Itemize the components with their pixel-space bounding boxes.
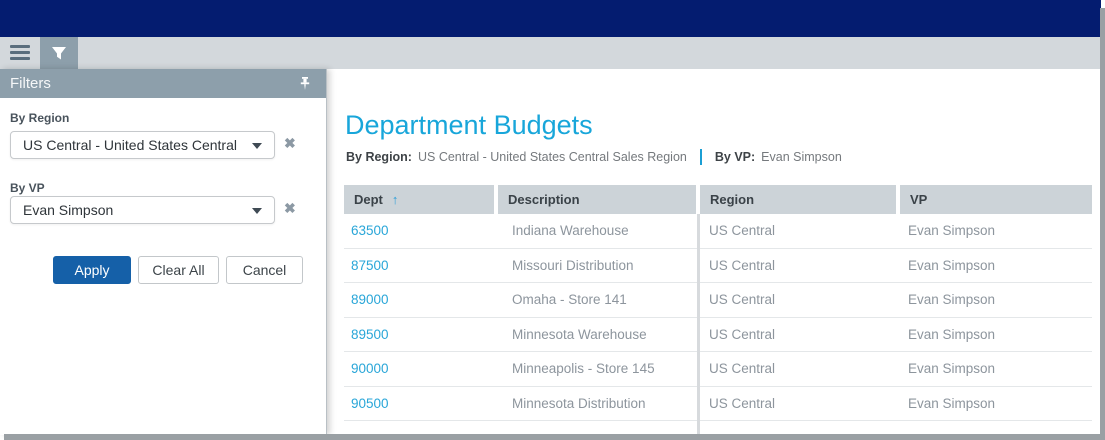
summary-vp-value: Evan Simpson xyxy=(761,150,842,164)
vp-cell: Evan Simpson xyxy=(900,292,1092,307)
filter-icon xyxy=(51,46,67,61)
region-cell: US Central xyxy=(700,327,900,342)
dept-link[interactable]: 89000 xyxy=(344,292,498,307)
table-body: 63500 Indiana Warehouse US Central Evan … xyxy=(344,214,1092,421)
region-cell: US Central xyxy=(700,258,900,273)
column-header-dept[interactable]: Dept↑ xyxy=(344,185,494,214)
apply-button[interactable]: Apply xyxy=(53,256,131,284)
window-border-bottom xyxy=(4,434,1105,440)
vp-cell: Evan Simpson xyxy=(900,396,1092,411)
clear-all-button[interactable]: Clear All xyxy=(138,256,219,284)
summary-vp-label: By VP: xyxy=(715,150,755,164)
filter-label-vp: By VP xyxy=(10,181,45,195)
table-row: 90500 Minnesota Distribution US Central … xyxy=(344,387,1092,422)
filter-label-region: By Region xyxy=(10,111,69,125)
filters-panel-title: Filters xyxy=(10,75,51,92)
table-header: Dept↑ Description Region VP xyxy=(344,185,1092,214)
clear-vp-icon[interactable]: ✖ xyxy=(284,200,296,217)
table-row: 89000 Omaha - Store 141 US Central Evan … xyxy=(344,283,1092,318)
vp-cell: Evan Simpson xyxy=(900,327,1092,342)
region-cell: US Central xyxy=(700,223,900,238)
region-cell: US Central xyxy=(700,361,900,376)
summary-separator xyxy=(700,149,702,165)
chevron-down-icon xyxy=(252,208,262,214)
description-cell: Minnesota Distribution xyxy=(498,396,700,411)
summary-region-value: US Central - United States Central Sales… xyxy=(418,150,687,164)
menu-icon[interactable] xyxy=(10,45,30,61)
vp-cell: Evan Simpson xyxy=(900,361,1092,376)
description-cell: Minnesota Warehouse xyxy=(498,327,700,342)
filter-tab[interactable] xyxy=(40,37,78,69)
dept-link[interactable]: 89500 xyxy=(344,327,498,342)
toolbar xyxy=(0,37,1101,69)
region-cell: US Central xyxy=(700,292,900,307)
filters-panel-header: Filters xyxy=(0,69,326,98)
pin-icon[interactable] xyxy=(298,76,312,92)
region-cell: US Central xyxy=(700,396,900,411)
column-header-vp[interactable]: VP xyxy=(900,185,1092,214)
vp-cell: Evan Simpson xyxy=(900,223,1092,238)
column-header-region[interactable]: Region xyxy=(700,185,896,214)
vp-select-value: Evan Simpson xyxy=(23,197,240,223)
description-cell: Minneapolis - Store 145 xyxy=(498,361,700,376)
vp-cell: Evan Simpson xyxy=(900,258,1092,273)
summary-region-label: By Region: xyxy=(346,150,412,164)
filter-summary: By Region: US Central - United States Ce… xyxy=(346,148,842,166)
top-navbar xyxy=(0,0,1101,37)
column-divider xyxy=(697,214,700,434)
table-row: 87500 Missouri Distribution US Central E… xyxy=(344,249,1092,284)
region-select-value: US Central - United States Central Sales… xyxy=(23,132,240,158)
dept-link[interactable]: 87500 xyxy=(344,258,498,273)
description-cell: Omaha - Store 141 xyxy=(498,292,700,307)
dept-link[interactable]: 63500 xyxy=(344,223,498,238)
description-cell: Indiana Warehouse xyxy=(498,223,700,238)
page-title: Department Budgets xyxy=(345,110,593,141)
sort-asc-icon: ↑ xyxy=(392,192,399,207)
table-row: 89500 Minnesota Warehouse US Central Eva… xyxy=(344,318,1092,353)
region-select[interactable]: US Central - United States Central Sales… xyxy=(10,131,275,159)
clear-region-icon[interactable]: ✖ xyxy=(284,135,296,152)
description-cell: Missouri Distribution xyxy=(498,258,700,273)
column-header-description[interactable]: Description xyxy=(498,185,696,214)
filters-panel: Filters By Region US Central - United St… xyxy=(0,69,327,435)
cancel-button[interactable]: Cancel xyxy=(226,256,303,284)
window-border-right xyxy=(1100,8,1105,440)
chevron-down-icon xyxy=(252,143,262,149)
dept-link[interactable]: 90500 xyxy=(344,396,498,411)
table-row: 63500 Indiana Warehouse US Central Evan … xyxy=(344,214,1092,249)
table-row: 90000 Minneapolis - Store 145 US Central… xyxy=(344,352,1092,387)
dept-link[interactable]: 90000 xyxy=(344,361,498,376)
app-window: Filters By Region US Central - United St… xyxy=(0,0,1105,440)
vp-select[interactable]: Evan Simpson xyxy=(10,196,275,224)
